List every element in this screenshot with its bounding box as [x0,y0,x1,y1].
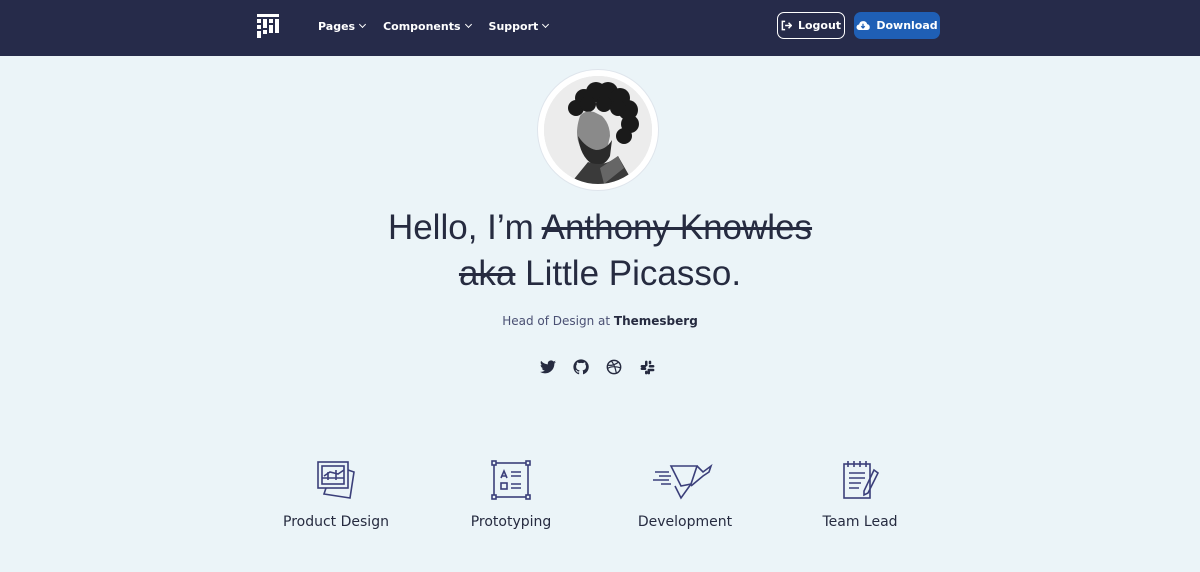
chevron-down-icon [542,20,550,29]
subtitle-prefix: Head of Design at [502,314,614,328]
download-label: Download [876,19,938,32]
feature-development: Development [605,458,765,530]
product-design-icon [317,461,355,499]
social-links [540,359,655,375]
headline-struck-name: Anthony Knowles [541,208,813,247]
nav-pages-label: Pages [318,19,356,33]
profile-avatar [537,69,659,191]
download-button[interactable]: Download [854,12,940,39]
hero-headline: Hello, I’m Anthony Knowles aka Little Pi… [0,205,1200,297]
headline-struck-aka: aka [458,254,516,293]
chevron-down-icon [359,20,367,29]
headline-nickname: Little Picasso. [515,254,742,293]
feature-product-design: Product Design [256,458,416,530]
twitter-icon[interactable] [540,359,556,375]
development-icon [653,463,713,500]
feature-label: Development [637,514,733,530]
nav-support[interactable]: Support [488,19,550,33]
cloud-download-icon [856,21,871,31]
logout-button[interactable]: Logout [777,12,845,39]
subtitle-company: Themesberg [613,314,698,328]
avatar-photo [544,76,652,184]
nav-components[interactable]: Components [383,19,472,33]
nav-pages[interactable]: Pages [318,19,367,33]
logout-label: Logout [797,19,842,32]
github-icon[interactable] [573,359,589,375]
logout-icon [781,20,792,31]
slack-icon[interactable] [639,359,655,375]
themesberg-logo-icon[interactable] [257,14,279,38]
nav-components-label: Components [383,19,461,33]
feature-team-lead: Team Lead [780,458,940,530]
main-menu: Pages Components Support [318,0,566,52]
headline-greeting: Hello, I’m [387,208,542,247]
hero-subtitle: Head of Design at Themesberg [0,314,1200,328]
prototyping-icon [491,460,531,500]
feature-prototyping: Prototyping [431,458,591,530]
team-lead-icon [843,461,880,499]
feature-label: Prototyping [470,514,552,530]
feature-label: Team Lead [822,514,898,530]
nav-support-label: Support [488,19,539,33]
chevron-down-icon [464,20,472,29]
feature-label: Product Design [283,514,389,530]
dribbble-icon[interactable] [606,359,622,375]
navbar: Pages Components Support Logout Download [0,0,1200,56]
